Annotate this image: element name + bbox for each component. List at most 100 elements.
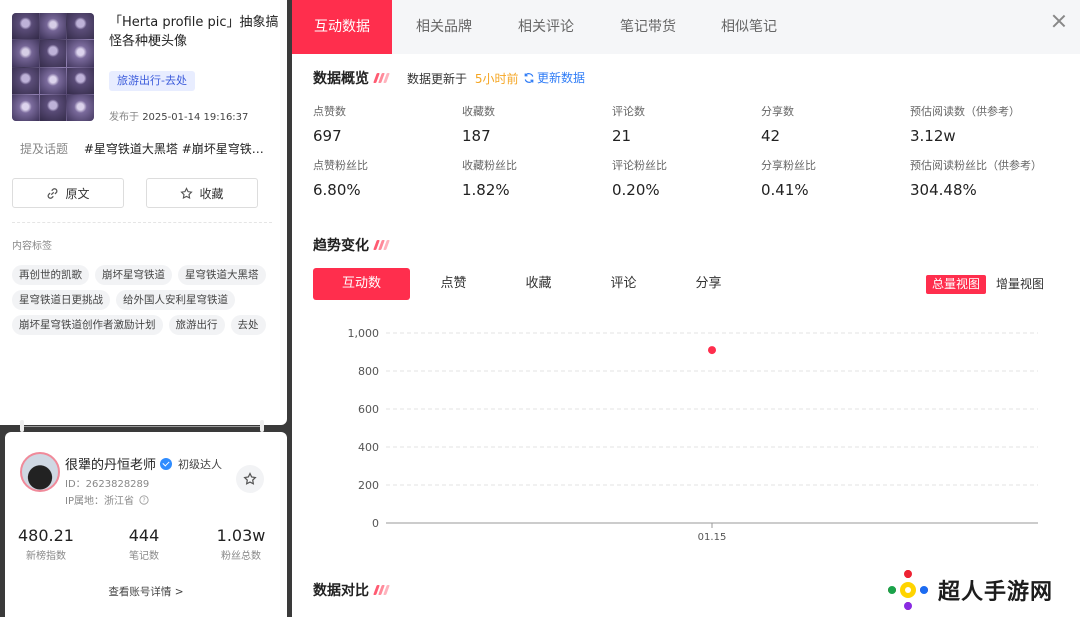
content-tag[interactable]: 旅游出行: [168, 315, 225, 335]
subtab-comments[interactable]: 评论: [575, 268, 672, 300]
star-icon: [180, 186, 194, 199]
follow-star-button[interactable]: [236, 465, 264, 493]
data-point: [708, 346, 716, 355]
close-icon[interactable]: [1052, 14, 1066, 28]
metric-label: 点赞数: [313, 105, 346, 118]
account-details-link[interactable]: 查看账号详情 >: [5, 584, 287, 599]
content-tags: 再创世的凯歌 崩坏星穹铁道 星穹铁道大黑塔 星穹铁道日更挑战 给外国人安利星穹铁…: [12, 265, 282, 335]
y-tick-label: 200: [358, 479, 379, 492]
svg-text:?: ?: [143, 498, 146, 504]
metric-read-ratio: 预估阅读粉丝比（供参考） 304.48%: [910, 157, 1042, 199]
metric-label: 评论数: [612, 105, 645, 118]
topics-value[interactable]: #星穹铁道大黑塔 #崩坏星穹铁…: [84, 142, 264, 156]
metric-value: 6.80%: [313, 181, 361, 199]
stat-index: 480.21 新榜指数: [17, 526, 75, 562]
x-tick-label: 01.15: [698, 532, 727, 543]
topics-row: 提及话题 #星穹铁道大黑塔 #崩坏星穹铁…: [20, 140, 280, 157]
watermark-logo: 超人手游网: [886, 568, 1053, 612]
total-view-button[interactable]: 总量视图: [926, 275, 987, 294]
note-cover-image[interactable]: [12, 13, 94, 121]
author-ip-text: IP属地：浙江省: [65, 496, 134, 507]
content-tag[interactable]: 再创世的凯歌: [12, 265, 89, 285]
content-tag[interactable]: 给外国人安利星穹铁道: [116, 290, 235, 310]
author-level: 初级达人: [178, 457, 223, 471]
trend-chart: 0 200 400 600 800 1,000 01.15: [348, 327, 1038, 543]
trend-title: 趋势变化: [313, 235, 390, 255]
metric-collect-ratio: 收藏粉丝比 1.82%: [462, 157, 517, 199]
metric-label: 预估阅读粉丝比（供参考）: [910, 159, 1042, 172]
decor-slashes-icon: [373, 240, 390, 250]
tab-commerce[interactable]: 笔记带货: [601, 0, 695, 54]
divider: [12, 222, 272, 223]
y-tick-label: 0: [372, 517, 379, 530]
decor-slashes-icon: [373, 585, 390, 595]
update-prefix: 数据更新于: [407, 72, 468, 86]
update-time: 5小时前: [474, 72, 519, 86]
detail-panel: 互动数据 相关品牌 相关评论 笔记带货 相似笔记 数据概览 数据更新于 5小时前…: [292, 0, 1080, 617]
author-name-row: 很犟的丹恒老师 初级达人: [65, 454, 222, 473]
metric-value: 42: [761, 127, 781, 145]
tab-similar[interactable]: 相似笔记: [702, 0, 796, 54]
increment-view-button[interactable]: 增量视图: [990, 275, 1050, 294]
metric-reads: 预估阅读数（供参考） 3.12w: [910, 103, 1020, 145]
publish-time: 发布于 2025-01-14 19:16:37: [109, 108, 248, 123]
tab-interaction[interactable]: 互动数据: [292, 0, 392, 54]
stat-notes: 444 笔记数: [115, 526, 173, 562]
content-tag[interactable]: 崩坏星穹铁道创作者激励计划: [12, 315, 163, 335]
watermark-text: 超人手游网: [938, 580, 1054, 605]
view-toggle: 总量视图 增量视图: [926, 275, 1050, 294]
metric-share-ratio: 分享粉丝比 0.41%: [761, 157, 816, 199]
avatar[interactable]: [20, 452, 60, 492]
subtab-shares[interactable]: 分享: [660, 268, 757, 300]
decor-slashes-icon: [373, 73, 390, 83]
content-tag[interactable]: 去处: [230, 315, 266, 335]
panel-resize-line: [22, 426, 262, 427]
metric-label: 评论粉丝比: [612, 159, 667, 172]
subtab-likes[interactable]: 点赞: [405, 268, 502, 300]
tab-bar: 互动数据 相关品牌 相关评论 笔记带货 相似笔记: [292, 0, 1080, 54]
compare-title-text: 数据对比: [313, 583, 369, 599]
overview-title: 数据概览: [313, 68, 390, 88]
stat-value: 444: [128, 526, 160, 545]
refresh-icon: [524, 72, 534, 83]
metric-shares: 分享数 42: [761, 103, 794, 145]
verified-icon: [160, 457, 173, 470]
metric-label: 收藏粉丝比: [462, 159, 517, 172]
update-info: 数据更新于 5小时前: [407, 70, 518, 87]
author-card: 很犟的丹恒老师 初级达人 ID：2623828289 IP属地：浙江省 ? 48…: [5, 432, 287, 617]
star-icon: [243, 472, 257, 485]
metric-value: 21: [612, 127, 632, 145]
favorite-button[interactable]: 收藏: [146, 178, 258, 208]
metric-comments: 评论数 21: [612, 103, 645, 145]
metric-label: 分享数: [761, 105, 794, 118]
metric-value: 187: [462, 127, 491, 145]
overview-title-text: 数据概览: [313, 71, 369, 87]
metric-label: 点赞粉丝比: [313, 159, 368, 172]
stat-label: 粉丝总数: [221, 551, 261, 562]
author-name[interactable]: 很犟的丹恒老师: [65, 454, 156, 473]
subtab-collects[interactable]: 收藏: [490, 268, 587, 300]
note-title[interactable]: 「Herta profile pic」抽象搞怪各种梗头像: [109, 13, 279, 51]
metric-label: 分享粉丝比: [761, 159, 816, 172]
subtab-interactions[interactable]: 互动数: [313, 268, 410, 300]
help-icon[interactable]: ?: [139, 495, 149, 505]
original-button-label: 原文: [65, 186, 90, 201]
author-id: ID：2623828289: [65, 479, 150, 490]
metric-likes: 点赞数 697: [313, 103, 346, 145]
refresh-data-button[interactable]: 更新数据: [523, 69, 585, 86]
content-tag[interactable]: 星穹铁道大黑塔: [178, 265, 266, 285]
metric-value: 1.82%: [462, 181, 510, 199]
link-icon: [48, 187, 58, 199]
tab-comments[interactable]: 相关评论: [499, 0, 593, 54]
stat-value: 1.03w: [216, 526, 266, 545]
content-tag[interactable]: 星穹铁道日更挑战: [12, 290, 110, 310]
refresh-label: 更新数据: [537, 71, 586, 85]
resize-handle-right[interactable]: [260, 420, 264, 432]
metric-comment-ratio: 评论粉丝比 0.20%: [612, 157, 667, 199]
site-logo-icon: [888, 570, 928, 610]
favorite-button-label: 收藏: [199, 186, 224, 201]
tab-brands[interactable]: 相关品牌: [397, 0, 491, 54]
content-tag[interactable]: 崩坏星穹铁道: [95, 265, 172, 285]
resize-handle-left[interactable]: [20, 420, 24, 432]
original-button[interactable]: 原文: [12, 178, 124, 208]
